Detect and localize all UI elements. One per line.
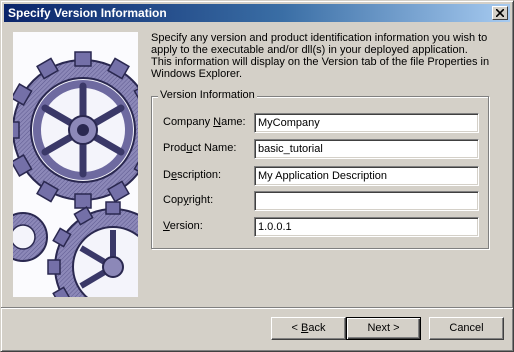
company-name-field[interactable]: MyCompany [254, 113, 479, 133]
group-legend: Version Information [158, 89, 257, 101]
label-text: right: [188, 194, 214, 206]
close-button[interactable] [492, 6, 508, 20]
product-name-label: Product Name: [163, 142, 236, 154]
copyright-label: Copyright: [163, 194, 213, 206]
button-text: ack [308, 322, 326, 334]
dialog-window: Specify Version Information Specify any … [0, 0, 514, 352]
version-label: Version: [163, 220, 203, 232]
intro-text: Specify any version and product identifi… [151, 32, 490, 80]
title-bar[interactable]: Specify Version Information [4, 4, 510, 22]
product-name-field[interactable]: basic_tutorial [254, 139, 479, 159]
button-text: < [291, 322, 301, 334]
cancel-button[interactable]: Cancel [429, 317, 504, 340]
company-name-label: Company Name: [163, 116, 246, 128]
label-text: ersion: [169, 220, 203, 232]
close-icon [496, 9, 504, 17]
label-accesskey: N [213, 116, 222, 128]
back-button[interactable]: < Back [271, 317, 346, 340]
label-text: Company [163, 116, 214, 128]
next-button[interactable]: Next > [346, 317, 421, 340]
label-text: scription: [177, 169, 222, 181]
window-title: Specify Version Information [8, 6, 167, 20]
label-text: Cop [163, 194, 184, 206]
label-accesskey: V [163, 220, 170, 232]
copyright-field[interactable] [254, 191, 479, 211]
label-text: ame: [221, 116, 246, 128]
gears-illustration [13, 32, 138, 297]
label-text: D [163, 169, 171, 181]
version-field[interactable]: 1.0.0.1 [254, 217, 479, 237]
description-field[interactable]: My Application Description [254, 166, 479, 186]
version-information-group: Version Information Company Name: MyComp… [151, 89, 489, 249]
label-text: ct Name: [192, 142, 237, 154]
description-label: Description: [163, 169, 221, 181]
footer-separator [1, 307, 513, 309]
label-text: Prod [163, 142, 187, 154]
